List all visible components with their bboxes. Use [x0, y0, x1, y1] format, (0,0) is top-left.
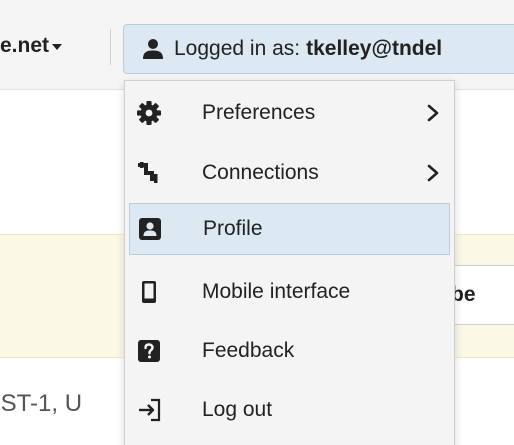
connections-icon [138, 162, 158, 183]
domain-label: e.net [0, 34, 50, 57]
chevron-right-icon [427, 104, 439, 122]
toolbar-divider [110, 29, 111, 65]
menu-item-mobile-interface[interactable]: Mobile interface [129, 266, 450, 318]
mobile-icon [142, 281, 156, 303]
menu-item-label: Feedback [202, 339, 295, 362]
menu-item-log-out[interactable]: Log out [129, 384, 450, 436]
user-icon [143, 39, 163, 59]
menu-item-label: Preferences [202, 101, 316, 124]
menu-item-preferences[interactable]: Preferences [129, 87, 450, 139]
user-email: tkelley@tndel [306, 37, 443, 60]
footer-text: ıST-1, U [0, 390, 83, 417]
menu-item-label: Connections [202, 161, 319, 184]
menu-item-label: Mobile interface [202, 280, 351, 303]
caret-down-icon [52, 44, 63, 50]
top-bar: e.net Logged in as: tkelley@tndel [0, 0, 514, 90]
domain-dropdown[interactable]: e.net [0, 29, 63, 63]
chevron-right-icon [427, 164, 439, 182]
user-menu-button[interactable]: Logged in as: tkelley@tndel [123, 24, 514, 74]
logged-in-prefix: Logged in as: [174, 37, 301, 60]
menu-item-label: Profile [203, 217, 263, 240]
menu-item-profile[interactable]: Profile [129, 203, 450, 255]
menu-item-connections[interactable]: Connections [129, 147, 450, 199]
profile-card-icon [139, 218, 161, 240]
gear-icon [137, 101, 161, 125]
question-icon [138, 340, 160, 362]
menu-item-feedback[interactable]: Feedback [129, 325, 450, 377]
menu-item-label: Log out [202, 398, 273, 421]
logout-icon [139, 398, 161, 422]
user-dropdown-menu: Preferences Connections Profile Mobile i… [124, 80, 455, 445]
